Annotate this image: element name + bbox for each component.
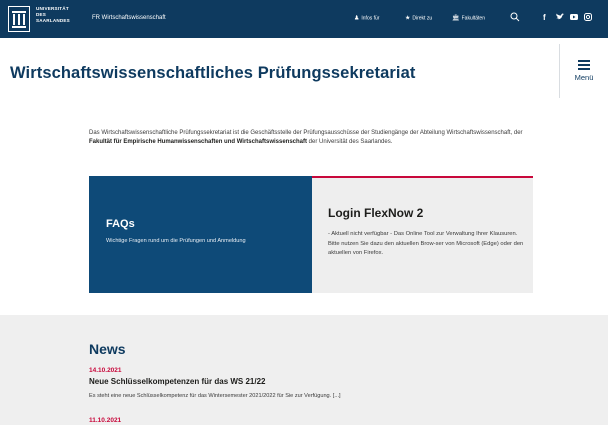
faq-subtitle: Wichtige Fragen rund um die Prüfungen un…	[106, 238, 246, 244]
intro-text-part: der Universität des Saarlandes.	[307, 139, 393, 145]
university-name-line: SAARLANDES	[36, 18, 70, 23]
faculty-name: Fakultät für Empirische Humanwissenschaf…	[89, 139, 307, 145]
nav-direkt-zu[interactable]: ★ Direkt zu	[405, 15, 432, 22]
search-icon[interactable]	[510, 12, 520, 24]
nav-label: Direkt zu	[412, 15, 433, 22]
news-date: 11.10.2021	[89, 417, 122, 424]
faq-title: FAQs	[106, 218, 135, 230]
news-title-link[interactable]: Neue Schlüsselkompetenzen für das WS 21/…	[89, 377, 266, 386]
intro-text-part: Das Wirtschaftswissenschaftliche Prüfung…	[89, 130, 523, 136]
user-icon: ♟	[354, 15, 360, 22]
intro-text: Das Wirtschaftswissenschaftliche Prüfung…	[89, 129, 527, 147]
nav-label: Infos für	[361, 15, 380, 22]
menu-label: Menü	[574, 72, 594, 82]
page-title: Wirtschaftswissenschaftliches Prüfungsse…	[10, 64, 416, 82]
youtube-icon[interactable]	[570, 14, 578, 22]
header-divider	[559, 44, 560, 98]
nav-label: Fakultäten	[461, 15, 485, 22]
menu-button[interactable]: Menü	[566, 60, 602, 82]
faq-card[interactable]: FAQs Wichtige Fragen rund um die Prüfung…	[89, 176, 312, 293]
news-date: 14.10.2021	[89, 367, 122, 374]
flexnow-description: - Aktuell nicht verfügbar - Das Online T…	[328, 231, 524, 256]
nav-fakultaeten[interactable]: 🏛 Fakultäten	[452, 15, 485, 22]
university-name[interactable]: UNIVERSITÄT DES SAARLANDES	[36, 6, 76, 24]
hamburger-icon	[578, 60, 590, 70]
instagram-icon[interactable]	[584, 13, 592, 23]
flexnow-title: Login FlexNow 2	[328, 206, 424, 220]
building-icon: 🏛	[452, 15, 460, 22]
news-teaser: Es steht eine neue Schlüsselkompetenz fü…	[89, 393, 341, 399]
top-navigation-bar: UNIVERSITÄT DES SAARLANDES FR Wirtschaft…	[0, 0, 608, 38]
university-logo-icon[interactable]	[8, 6, 30, 32]
facebook-icon[interactable]: f	[543, 14, 546, 22]
news-heading: News	[89, 341, 126, 357]
faculty-link[interactable]: FR Wirtschaftswissenschaft	[92, 15, 166, 21]
twitter-icon[interactable]	[556, 13, 564, 23]
star-icon: ★	[405, 15, 411, 22]
nav-infos-fuer[interactable]: ♟ Infos für	[354, 15, 379, 22]
flexnow-login-card[interactable]: Login FlexNow 2 - Aktuell nicht verfügba…	[312, 176, 533, 293]
